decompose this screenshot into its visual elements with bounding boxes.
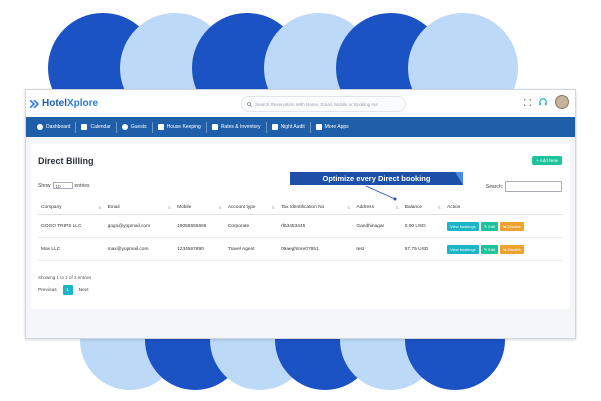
cell-mobile: 1234567890 bbox=[174, 237, 225, 261]
cell-address: Gandhinagar bbox=[353, 214, 402, 238]
app-window: Hotel Xplore Search Reservation With Name… bbox=[25, 89, 576, 339]
guests-icon bbox=[121, 124, 128, 130]
fullscreen-icon[interactable] bbox=[524, 98, 531, 106]
disable-button[interactable]: ⇆ Disable bbox=[500, 244, 524, 254]
calendar-icon bbox=[81, 124, 88, 130]
column-header-company[interactable]: Company ⇅ bbox=[38, 201, 105, 215]
cell-address: test bbox=[353, 237, 402, 261]
cell-company: GOGO TRIPS LLC bbox=[38, 214, 105, 238]
nav-item-calendar[interactable]: Calendar bbox=[76, 121, 117, 133]
view-bookings-button[interactable]: View bookings bbox=[447, 244, 479, 254]
nav-item-guests[interactable]: Guests bbox=[117, 121, 153, 133]
previous-page-button[interactable]: Previous bbox=[38, 288, 57, 293]
nav-item-label: Calendar bbox=[90, 124, 111, 130]
nav-item-label: More Apps bbox=[324, 124, 349, 130]
headset-icon[interactable] bbox=[539, 98, 547, 106]
view-bookings-button[interactable]: View bookings bbox=[447, 221, 479, 231]
edit-button[interactable]: ✎ Edit bbox=[480, 244, 499, 254]
cell-email: max@yopmail.com bbox=[104, 237, 175, 261]
next-page-button[interactable]: Next bbox=[79, 288, 89, 293]
show-label: Show bbox=[38, 182, 51, 189]
cell-account-type: Travel Agent bbox=[224, 237, 278, 261]
user-avatar[interactable] bbox=[555, 95, 569, 109]
entries-label: entries bbox=[74, 182, 90, 189]
column-header-action: Action bbox=[444, 201, 563, 215]
logo-text-hotel: Hotel bbox=[42, 98, 67, 109]
table-row: Max LLC max@yopmail.com 1234567890 Trave… bbox=[38, 237, 563, 261]
logo[interactable]: Hotel Xplore bbox=[30, 98, 98, 109]
apps-icon bbox=[315, 124, 322, 130]
nav-item-label: Night Audit bbox=[280, 124, 305, 130]
nav-item-label: Rates & Inventory bbox=[220, 124, 261, 130]
callout-accent bbox=[455, 172, 463, 185]
edit-button[interactable]: ✎ Edit bbox=[480, 221, 499, 231]
current-page-button[interactable]: 1 bbox=[62, 285, 73, 295]
night-audit-icon bbox=[271, 124, 278, 130]
housekeeping-icon bbox=[157, 124, 164, 130]
column-header-mobile[interactable]: Mobile ⇅ bbox=[174, 201, 225, 215]
add-new-button[interactable]: + Add New bbox=[532, 156, 562, 165]
cell-account-type: Corporate bbox=[224, 214, 278, 238]
search-placeholder: Search Reservation With Name, Email, Mob… bbox=[255, 101, 379, 107]
column-header-tax-id[interactable]: Tax Identification No ⇅ bbox=[278, 201, 354, 215]
direct-billing-card: Direct Billing + Add New Show 10 entries… bbox=[31, 144, 570, 309]
cell-email: gogo@yopmail.com bbox=[104, 214, 175, 238]
callout-text: Optimize every Direct booking bbox=[322, 174, 431, 183]
table-search-label: Search: bbox=[485, 183, 503, 190]
nav-item-label: House Keeping bbox=[166, 124, 201, 130]
nav-item-dashboard[interactable]: Dashboard bbox=[32, 121, 77, 133]
cell-balance: 57.75 USD bbox=[401, 237, 445, 261]
search-icon bbox=[247, 101, 252, 107]
cell-actions: View bookings ✎ Edit ⇆ Disable bbox=[444, 214, 563, 238]
nav-item-night-audit[interactable]: Night Audit bbox=[267, 121, 311, 133]
cell-tax-id: 09aeghtnre07651 bbox=[278, 237, 354, 261]
entries-select[interactable]: 10 bbox=[52, 182, 73, 189]
page-title: Direct Billing bbox=[38, 156, 94, 166]
table-row: GOGO TRIPS LLC gogo@yopmail.com 19055555… bbox=[38, 214, 563, 238]
search-input[interactable]: Search Reservation With Name, Email, Mob… bbox=[241, 96, 406, 112]
column-header-address[interactable]: Address ⇅ bbox=[353, 201, 402, 215]
table-search: Search: bbox=[486, 181, 562, 192]
rates-icon bbox=[211, 124, 218, 130]
cell-tax-id: rf63453445 bbox=[278, 214, 354, 238]
table-info: Showing 1 to 2 of 2 entries bbox=[38, 275, 92, 280]
direct-billing-table: Company ⇅ Email ⇅ Mobile ⇅ Account type ⇅ Ta… bbox=[38, 201, 563, 261]
disable-button[interactable]: ⇆ Disable bbox=[500, 221, 524, 231]
cell-mobile: 19055555666 bbox=[174, 214, 225, 238]
nav-item-housekeeping[interactable]: House Keeping bbox=[153, 121, 207, 133]
logo-text-xplore: Xplore bbox=[67, 98, 99, 109]
promo-callout: Optimize every Direct booking bbox=[290, 172, 463, 185]
nav-item-rates[interactable]: Rates & Inventory bbox=[207, 121, 267, 133]
pagination: Previous 1 Next bbox=[38, 285, 89, 295]
main-navbar: Dashboard Calendar Guests House Keeping … bbox=[26, 117, 575, 137]
column-header-email[interactable]: Email ⇅ bbox=[104, 201, 175, 215]
cell-company: Max LLC bbox=[38, 237, 105, 261]
top-bar: Hotel Xplore Search Reservation With Name… bbox=[26, 90, 575, 117]
nav-item-label: Guests bbox=[130, 124, 147, 130]
table-header-row: Company ⇅ Email ⇅ Mobile ⇅ Account type ⇅ Ta… bbox=[38, 201, 563, 215]
cell-balance: 0.00 USD bbox=[401, 214, 445, 238]
cell-actions: View bookings ✎ Edit ⇆ Disable bbox=[444, 237, 563, 261]
logo-icon bbox=[30, 99, 40, 108]
table-search-input[interactable] bbox=[505, 181, 562, 192]
nav-item-label: Dashboard bbox=[46, 124, 71, 130]
column-header-account-type[interactable]: Account type ⇅ bbox=[224, 201, 278, 215]
entries-control: Show 10 entries bbox=[38, 182, 90, 189]
column-header-balance[interactable]: Balance ⇅ bbox=[401, 201, 445, 215]
dashboard-icon bbox=[37, 124, 43, 130]
nav-item-more-apps[interactable]: More Apps bbox=[311, 122, 354, 133]
